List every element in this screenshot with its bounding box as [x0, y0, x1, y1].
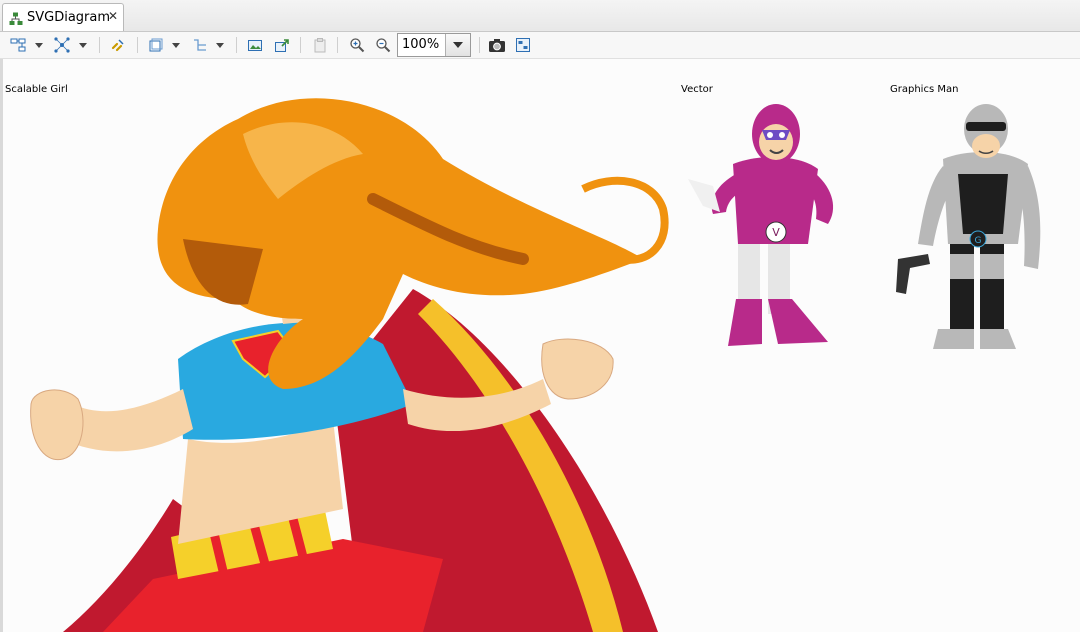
shape-icon[interactable]	[146, 35, 166, 55]
left-boot	[728, 299, 762, 346]
zoom-value[interactable]: 100%	[402, 37, 439, 52]
arrange-dropdown[interactable]	[77, 35, 89, 55]
zoom-in-icon[interactable]	[347, 35, 367, 55]
editor-tab-strip: SVGDiagram ✕	[0, 0, 1080, 32]
paste-icon[interactable]	[310, 35, 330, 55]
svg-text:V: V	[772, 226, 780, 239]
link-icon[interactable]	[108, 35, 128, 55]
left-fist	[30, 389, 84, 461]
diagram-canvas[interactable]: Scalable Girl Vector Graphics Man V G	[0, 59, 1080, 632]
toolbar-separator	[99, 37, 100, 53]
face	[759, 124, 793, 160]
editor-tab[interactable]: SVGDiagram ✕	[2, 3, 124, 31]
shape-dropdown[interactable]	[170, 35, 182, 55]
export-icon[interactable]	[272, 35, 292, 55]
left-hand	[688, 179, 720, 212]
gun	[896, 254, 930, 294]
select-layout-dropdown[interactable]	[33, 35, 45, 55]
route-icon[interactable]	[190, 35, 210, 55]
zoom-dropdown-button[interactable]	[445, 34, 470, 56]
editor-tab-label: SVGDiagram	[27, 10, 111, 25]
face	[972, 134, 1000, 158]
toolbar-separator	[300, 37, 301, 53]
close-icon[interactable]: ✕	[108, 9, 118, 23]
vector-figure[interactable]: V	[678, 94, 848, 354]
toolbar: 100%	[0, 32, 1080, 59]
right-fist	[541, 338, 614, 400]
properties-icon[interactable]	[513, 35, 533, 55]
route-dropdown[interactable]	[214, 35, 226, 55]
toolbar-separator	[236, 37, 237, 53]
select-layout-icon[interactable]	[8, 35, 28, 55]
right-boot	[768, 299, 828, 344]
screenshot-icon[interactable]	[487, 35, 507, 55]
diagram-icon	[9, 11, 23, 30]
arrange-icon[interactable]	[52, 35, 72, 55]
zoom-out-icon[interactable]	[373, 35, 393, 55]
zoom-combo[interactable]: 100%	[397, 33, 471, 57]
svg-text:G: G	[975, 236, 982, 246]
left-foot	[933, 329, 974, 349]
toolbar-separator	[137, 37, 138, 53]
image-icon[interactable]	[245, 35, 265, 55]
scalable-girl-figure[interactable]	[3, 59, 683, 632]
right-foot	[980, 329, 1016, 349]
graphics-man-figure[interactable]: G	[888, 94, 1058, 354]
toolbar-separator	[479, 37, 480, 53]
visor	[966, 122, 1006, 131]
toolbar-separator	[337, 37, 338, 53]
